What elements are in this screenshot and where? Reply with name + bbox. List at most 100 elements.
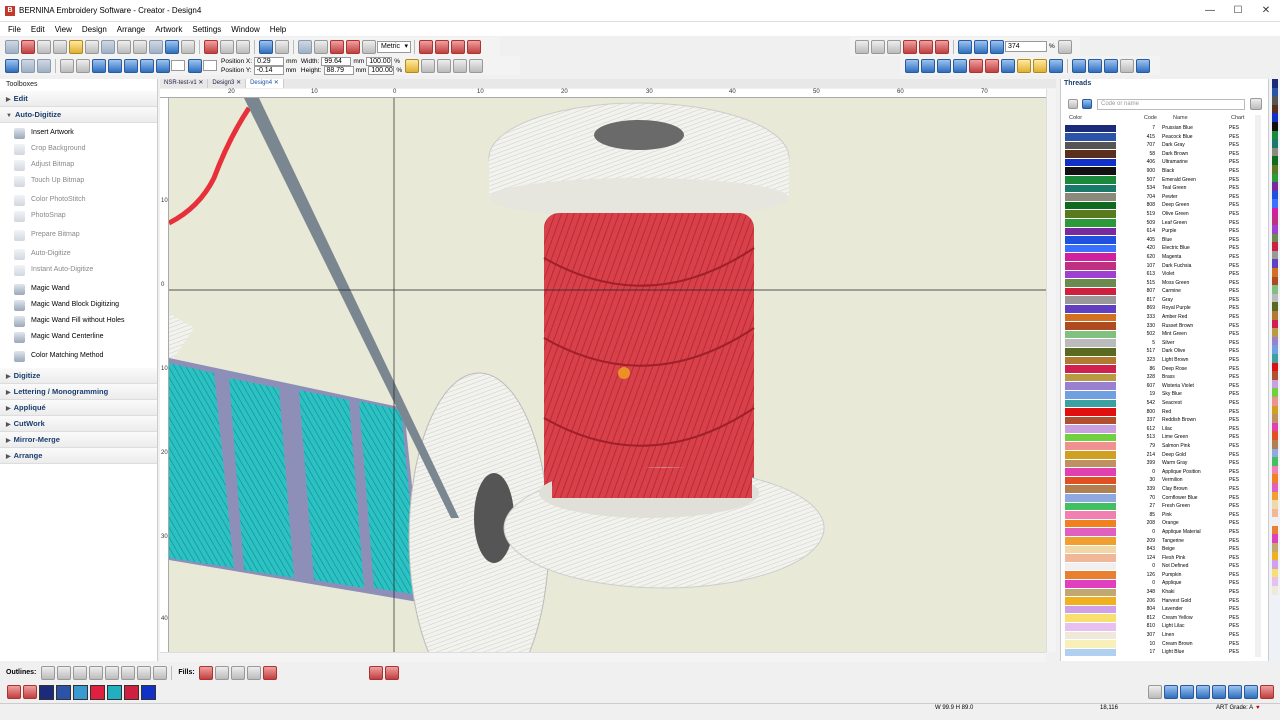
thread-row[interactable]: 206 Harvest Gold PES — [1065, 597, 1257, 606]
triple-outline-icon[interactable] — [57, 665, 72, 680]
show-all-icon[interactable] — [935, 39, 949, 54]
menu-artwork[interactable]: Artwork — [155, 25, 182, 34]
menu-help[interactable]: Help — [270, 25, 286, 34]
thread-row[interactable]: 807 Carmine PES — [1065, 287, 1257, 296]
color-film-swatch[interactable] — [1272, 104, 1278, 114]
tab-nsr-test[interactable]: NSR-test-v1 ✕ — [160, 79, 209, 88]
guides-icon[interactable] — [1088, 58, 1102, 73]
paste-icon[interactable] — [236, 39, 250, 54]
thread-scrollbar[interactable] — [1255, 115, 1261, 657]
show-product-icon[interactable] — [1033, 58, 1047, 73]
settings-gear-icon[interactable] — [346, 39, 360, 54]
zigzag-icon[interactable] — [121, 665, 136, 680]
color-film-swatch[interactable] — [1272, 276, 1278, 286]
color-film-swatch[interactable] — [1272, 405, 1278, 415]
color-film-swatch[interactable] — [1272, 130, 1278, 140]
add-color-icon[interactable] — [1164, 685, 1178, 699]
color-film-icon[interactable] — [1120, 58, 1134, 73]
thread-row[interactable]: 7 Prussian Blue PES — [1065, 124, 1257, 133]
scissors-icon[interactable] — [451, 39, 466, 54]
color-film-swatch[interactable] — [1272, 233, 1278, 243]
thread-row[interactable]: 513 Lime Green PES — [1065, 433, 1257, 442]
group-icon[interactable] — [437, 58, 452, 73]
e-stitch-icon[interactable] — [153, 665, 168, 680]
backstitch-icon[interactable] — [105, 665, 120, 680]
overview-icon[interactable] — [1104, 58, 1118, 73]
color-film-swatch[interactable] — [1272, 371, 1278, 380]
show-stitches-icon[interactable] — [921, 58, 935, 73]
thread-row[interactable]: 337 Reddish Brown PES — [1065, 416, 1257, 425]
color-film-swatch[interactable] — [1272, 577, 1278, 587]
color-sort-icon[interactable] — [1260, 685, 1274, 699]
color-film-swatch[interactable] — [1272, 465, 1278, 475]
satin-fill-icon[interactable] — [198, 665, 213, 680]
thread-row[interactable]: 817 Gray PES — [1065, 296, 1257, 305]
tool-magic-wand-fill[interactable]: Magic Wand Fill without Holes — [0, 313, 157, 329]
thread-row[interactable]: 509 Leaf Green PES — [1065, 219, 1257, 228]
color-film-swatch[interactable] — [1272, 121, 1278, 131]
color-film-swatch[interactable] — [1272, 250, 1278, 260]
thread-row[interactable]: 415 Peacock Blue PES — [1065, 133, 1257, 142]
color-film-swatch[interactable] — [1272, 182, 1278, 191]
show-grid-icon[interactable] — [1049, 58, 1063, 73]
home-icon[interactable] — [5, 39, 19, 54]
color-film-swatch[interactable] — [1272, 362, 1278, 372]
column-chart[interactable]: Chart — [1231, 115, 1251, 123]
minimize-icon[interactable]: — — [1196, 0, 1224, 22]
rulers-icon[interactable] — [1072, 58, 1086, 73]
zoom-fit-icon[interactable] — [958, 39, 972, 54]
lock-icon[interactable] — [469, 58, 484, 73]
thread-row[interactable]: 307 Linen PES — [1065, 631, 1257, 640]
thread-row[interactable]: 79 Salmon Pink PES — [1065, 442, 1257, 451]
tool-adjust-bitmap[interactable]: Adjust Bitmap — [0, 157, 157, 173]
zoom-in-icon[interactable] — [974, 39, 988, 54]
color-film-swatch[interactable] — [1272, 534, 1278, 544]
show-fabric-icon[interactable] — [969, 58, 983, 73]
thread-row[interactable]: 323 Light Brown PES — [1065, 356, 1257, 365]
color-film-swatch[interactable] — [1272, 525, 1278, 535]
pan-icon[interactable] — [855, 39, 869, 54]
motif-fill-icon[interactable] — [246, 665, 261, 680]
hand-icon[interactable] — [1057, 39, 1072, 54]
menu-view[interactable]: View — [55, 25, 72, 34]
thread-row[interactable]: 517 Dark Olive PES — [1065, 347, 1257, 356]
column-name[interactable]: Name — [1161, 115, 1231, 123]
object-properties-icon[interactable] — [384, 665, 399, 680]
color-film-swatch[interactable] — [1272, 414, 1278, 423]
palette-color-4[interactable] — [90, 684, 105, 700]
show-connectors-icon[interactable] — [937, 58, 951, 73]
menu-edit[interactable]: Edit — [31, 25, 45, 34]
copy-icon[interactable] — [220, 39, 234, 54]
section-arrange[interactable]: ▶ Arrange — [0, 448, 157, 464]
tool-magic-wand-block[interactable]: Magic Wand Block Digitizing — [0, 297, 157, 313]
library-icon[interactable] — [37, 39, 51, 54]
section-auto-digitize[interactable]: ▼ Auto-Digitize — [0, 107, 157, 123]
scale-height-input[interactable]: 100.00 — [368, 65, 395, 75]
color-film-swatch[interactable] — [1272, 285, 1278, 294]
thread-row[interactable]: 502 Mint Green PES — [1065, 330, 1257, 339]
thread-row[interactable]: 704 Pewter PES — [1065, 193, 1257, 202]
tool-magic-wand[interactable]: Magic Wand — [0, 281, 157, 297]
section-mirror-merge[interactable]: ▶ Mirror-Merge — [0, 432, 157, 448]
color-film-swatch[interactable] — [1272, 543, 1278, 552]
rotate-angle[interactable] — [171, 60, 185, 71]
stitch-angles-icon[interactable] — [368, 665, 383, 680]
close-icon[interactable]: ✕ — [236, 80, 241, 86]
width-input[interactable]: 99.64 — [321, 56, 352, 66]
zoom-input[interactable]: 374 — [1005, 41, 1047, 52]
select-icon[interactable] — [5, 58, 19, 73]
thread-row[interactable]: 0 Not Defined PES — [1065, 562, 1257, 571]
color-film-swatch[interactable] — [1272, 156, 1278, 165]
maximize-icon[interactable]: ☐ — [1224, 0, 1252, 22]
mirror-h-icon[interactable] — [108, 58, 122, 73]
satin-outline-icon[interactable] — [73, 665, 88, 680]
thread-chart-icon[interactable] — [1082, 99, 1092, 109]
color-film-swatch[interactable] — [1272, 242, 1278, 251]
remove-color-icon[interactable] — [1180, 685, 1194, 699]
color-film-swatch[interactable] — [1272, 568, 1278, 578]
color-film-swatch[interactable] — [1272, 259, 1278, 269]
color-film-swatch[interactable] — [1272, 147, 1278, 157]
tool-color-matching[interactable]: Color Matching Method — [0, 348, 157, 364]
color-icon[interactable] — [330, 39, 344, 54]
thread-row[interactable]: 519 Olive Green PES — [1065, 210, 1257, 219]
